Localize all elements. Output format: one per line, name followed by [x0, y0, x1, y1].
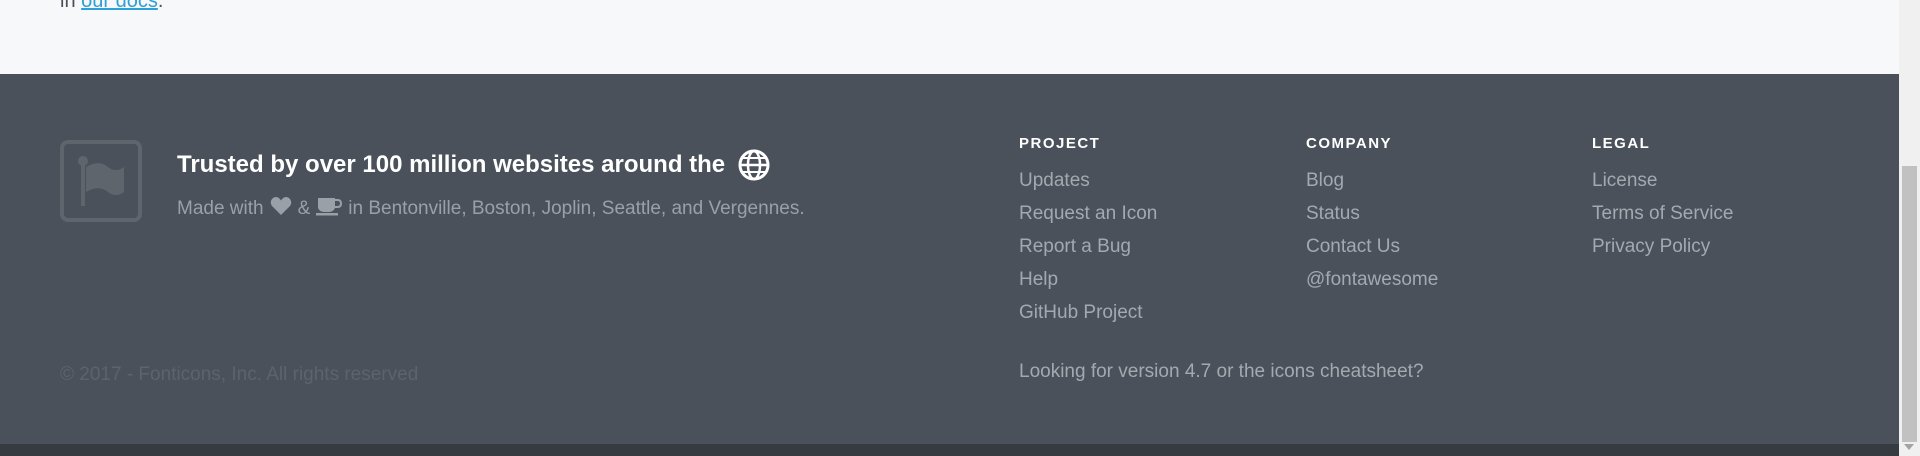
made-with-line: Made with & in Bentonville, Boston, Jopl…: [177, 196, 805, 222]
footer-link-updates[interactable]: Updates: [1019, 164, 1157, 197]
globe-icon: [737, 148, 771, 182]
footer-column-company: COMPANY Blog Status Contact Us @fontawes…: [1306, 134, 1438, 296]
scroll-down-icon[interactable]: [1904, 444, 1914, 450]
tagline-text: Trusted by over 100 million websites aro…: [177, 151, 726, 178]
scrollbar-thumb[interactable]: [1902, 166, 1917, 442]
docs-note: in our docs.: [60, 0, 163, 13]
footer-link-contact[interactable]: Contact Us: [1306, 230, 1438, 263]
heart-icon: [270, 196, 292, 222]
footer-link-report-bug[interactable]: Report a Bug: [1019, 230, 1157, 263]
footer-link-license[interactable]: License: [1592, 164, 1733, 197]
footer-link-privacy[interactable]: Privacy Policy: [1592, 230, 1733, 263]
column-heading-legal: LEGAL: [1592, 135, 1651, 152]
footer-link-github[interactable]: GitHub Project: [1019, 296, 1157, 329]
footer-link-help[interactable]: Help: [1019, 263, 1157, 296]
footer-column-project: PROJECT Updates Request an Icon Report a…: [1019, 134, 1157, 329]
made-with-prefix: Made with: [177, 198, 264, 219]
docs-note-suffix: .: [157, 0, 164, 12]
tagline: Trusted by over 100 million websites aro…: [177, 148, 771, 182]
column-heading-company: COMPANY: [1306, 135, 1393, 152]
made-with-suffix: in Bentonville, Boston, Joplin, Seattle,…: [348, 198, 805, 219]
footer-link-request-icon[interactable]: Request an Icon: [1019, 197, 1157, 230]
footer-link-terms[interactable]: Terms of Service: [1592, 197, 1733, 230]
footer-link-blog[interactable]: Blog: [1306, 164, 1438, 197]
version-cheatsheet-link[interactable]: Looking for version 4.7 or the icons che…: [1019, 361, 1424, 383]
brand-logo[interactable]: [60, 140, 142, 222]
docs-link[interactable]: our docs: [81, 0, 158, 12]
flag-icon: [78, 156, 124, 206]
footer-link-status[interactable]: Status: [1306, 197, 1438, 230]
made-with-amp: &: [297, 198, 311, 219]
footer-link-twitter[interactable]: @fontawesome: [1306, 263, 1438, 296]
site-footer: Trusted by over 100 million websites aro…: [0, 74, 1899, 444]
coffee-icon: [316, 196, 343, 222]
docs-section: in our docs.: [0, 0, 1899, 74]
footer-column-legal: LEGAL License Terms of Service Privacy P…: [1592, 134, 1733, 263]
bottom-strip: [0, 444, 1899, 456]
vertical-scrollbar[interactable]: [1899, 0, 1920, 456]
docs-note-prefix: in: [60, 0, 76, 12]
column-heading-project: PROJECT: [1019, 135, 1101, 152]
copyright: © 2017 - Fonticons, Inc. All rights rese…: [60, 364, 419, 385]
